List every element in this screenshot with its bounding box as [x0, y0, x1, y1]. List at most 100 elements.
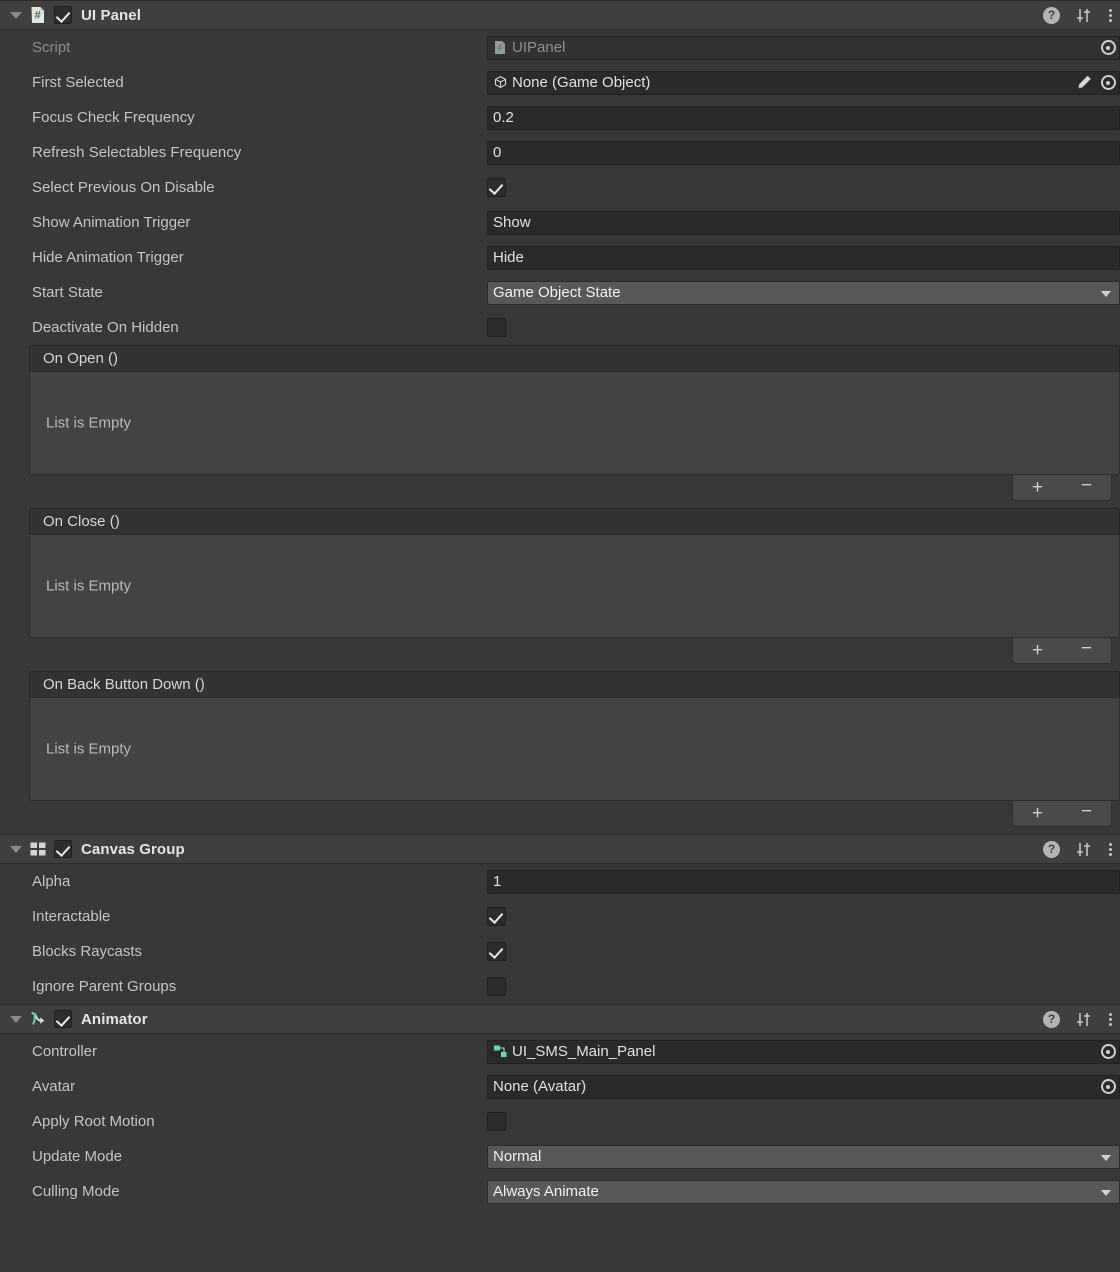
kebab-menu-icon[interactable] — [1109, 841, 1114, 858]
property-row-ignore-parent-groups: Ignore Parent Groups — [0, 969, 1120, 1004]
checkbox-apply-root-motion[interactable] — [487, 1112, 506, 1131]
property-field[interactable]: Game Object State — [487, 280, 1120, 305]
checkbox-ignore-parent-groups[interactable] — [487, 977, 506, 996]
object-field-avatar[interactable]: None (Avatar) — [487, 1074, 1120, 1099]
property-row-refresh-selectables-frequency: Refresh Selectables Frequency 0 — [0, 135, 1120, 170]
property-label: Interactable — [32, 908, 111, 925]
component-header-animator[interactable]: Animator ? — [0, 1004, 1120, 1034]
unity-event-footer: + − — [0, 475, 1120, 508]
property-label: First Selected — [32, 74, 124, 91]
dropdown-value: Normal — [493, 1148, 542, 1165]
dropdown-culling-mode[interactable]: Always Animate — [487, 1179, 1120, 1204]
property-field[interactable]: 1 — [487, 869, 1120, 894]
property-row-avatar: Avatar None (Avatar) — [0, 1069, 1120, 1104]
add-listener-button[interactable]: + — [1023, 804, 1053, 823]
component-enabled-checkbox-canvas-group[interactable] — [54, 840, 72, 858]
component-header-ui-panel[interactable]: # UI Panel ? — [0, 0, 1120, 30]
unity-event-list[interactable]: List is Empty — [29, 534, 1120, 638]
checkbox-select-previous-on-disable[interactable] — [487, 178, 506, 197]
number-input-refresh-selectables-frequency[interactable]: 0 — [487, 140, 1120, 165]
unity-event-footer: + − — [0, 638, 1120, 671]
property-label: Script — [32, 39, 71, 56]
foldout-arrow-canvas-group[interactable] — [8, 841, 24, 857]
object-picker-button[interactable] — [1097, 72, 1119, 94]
property-label: Focus Check Frequency — [32, 109, 195, 126]
preset-icon[interactable] — [1076, 7, 1093, 24]
object-picker-button[interactable] — [1097, 37, 1119, 59]
property-row-blocks-raycasts: Blocks Raycasts — [0, 934, 1120, 969]
foldout-arrow-animator[interactable] — [8, 1011, 24, 1027]
property-field[interactable]: Always Animate — [487, 1179, 1120, 1204]
unity-event-list[interactable]: List is Empty — [29, 697, 1120, 801]
object-field-first-selected[interactable]: None (Game Object) — [487, 70, 1120, 95]
checkbox-blocks-raycasts[interactable] — [487, 942, 506, 961]
unity-event-title[interactable]: On Back Button Down () — [29, 671, 1120, 697]
property-field[interactable]: None (Game Object) — [487, 70, 1120, 95]
dropdown-value: Always Animate — [493, 1183, 599, 1200]
object-field-script[interactable]: # UIPanel — [487, 35, 1120, 60]
unity-event-buttons: + − — [1012, 801, 1112, 827]
dropdown-start-state[interactable]: Game Object State — [487, 280, 1120, 305]
property-field[interactable]: # UIPanel — [487, 35, 1120, 60]
property-field[interactable] — [487, 940, 1120, 964]
kebab-menu-icon[interactable] — [1109, 7, 1114, 24]
object-field-value: None (Avatar) — [493, 1078, 587, 1095]
property-field[interactable] — [487, 905, 1120, 929]
component-body-animator: Controller UI_SMS_Main_Panel Avatar None… — [0, 1034, 1120, 1209]
property-field[interactable]: 0.2 — [487, 105, 1120, 130]
property-label: Show Animation Trigger — [32, 214, 191, 231]
unity-event-title[interactable]: On Open () — [29, 345, 1120, 371]
dropdown-update-mode[interactable]: Normal — [487, 1144, 1120, 1169]
property-field[interactable]: Show — [487, 210, 1120, 235]
add-listener-button[interactable]: + — [1023, 478, 1053, 497]
component-title: Animator — [81, 1010, 148, 1028]
preset-icon[interactable] — [1076, 1011, 1093, 1028]
component-enabled-checkbox-ui-panel[interactable] — [54, 6, 72, 24]
object-field-value: None (Game Object) — [512, 74, 651, 91]
preset-icon[interactable] — [1076, 841, 1093, 858]
property-field[interactable]: Hide — [487, 245, 1120, 270]
empty-list-label: List is Empty — [46, 414, 132, 432]
checkbox-deactivate-on-hidden[interactable] — [487, 318, 506, 337]
component-enabled-checkbox-animator[interactable] — [54, 1010, 72, 1028]
help-icon[interactable]: ? — [1043, 840, 1060, 858]
help-icon[interactable]: ? — [1043, 6, 1060, 24]
remove-listener-button[interactable]: − — [1072, 802, 1102, 821]
property-field[interactable]: Normal — [487, 1144, 1120, 1169]
component-title: Canvas Group — [81, 840, 185, 858]
script-icon: # — [29, 6, 47, 24]
remove-listener-button[interactable]: − — [1072, 639, 1102, 658]
object-picker-button[interactable] — [1097, 1076, 1119, 1098]
chevron-down-icon — [1101, 1154, 1111, 1161]
remove-listener-button[interactable]: − — [1072, 476, 1102, 495]
add-listener-button[interactable]: + — [1023, 641, 1053, 660]
property-label: Apply Root Motion — [32, 1113, 155, 1130]
text-input-hide-animation-trigger[interactable]: Hide — [487, 245, 1120, 270]
object-field-controller[interactable]: UI_SMS_Main_Panel — [487, 1039, 1120, 1064]
unity-event-buttons: + − — [1012, 475, 1112, 501]
property-field[interactable] — [487, 316, 1120, 340]
property-field[interactable]: None (Avatar) — [487, 1074, 1120, 1099]
unity-event-title[interactable]: On Close () — [29, 508, 1120, 534]
object-picker-button[interactable] — [1097, 1041, 1119, 1063]
property-field[interactable] — [487, 176, 1120, 200]
property-label: Controller — [32, 1043, 98, 1060]
help-icon[interactable]: ? — [1043, 1010, 1060, 1028]
foldout-arrow-ui-panel[interactable] — [8, 7, 24, 23]
unity-event-on-open: On Open () List is Empty + − — [0, 345, 1120, 508]
checkbox-interactable[interactable] — [487, 907, 506, 926]
property-field[interactable] — [487, 975, 1120, 999]
edit-pencil-icon[interactable] — [1075, 74, 1093, 92]
number-input-focus-check-frequency[interactable]: 0.2 — [487, 105, 1120, 130]
empty-list-label: List is Empty — [46, 740, 132, 758]
component-header-canvas-group[interactable]: Canvas Group ? — [0, 834, 1120, 864]
property-row-controller: Controller UI_SMS_Main_Panel — [0, 1034, 1120, 1069]
text-input-show-animation-trigger[interactable]: Show — [487, 210, 1120, 235]
kebab-menu-icon[interactable] — [1109, 1011, 1114, 1028]
number-input-alpha[interactable]: 1 — [487, 869, 1120, 894]
unity-event-list[interactable]: List is Empty — [29, 371, 1120, 475]
property-row-alpha: Alpha 1 — [0, 864, 1120, 899]
property-field[interactable] — [487, 1110, 1120, 1134]
property-field[interactable]: UI_SMS_Main_Panel — [487, 1039, 1120, 1064]
property-field[interactable]: 0 — [487, 140, 1120, 165]
